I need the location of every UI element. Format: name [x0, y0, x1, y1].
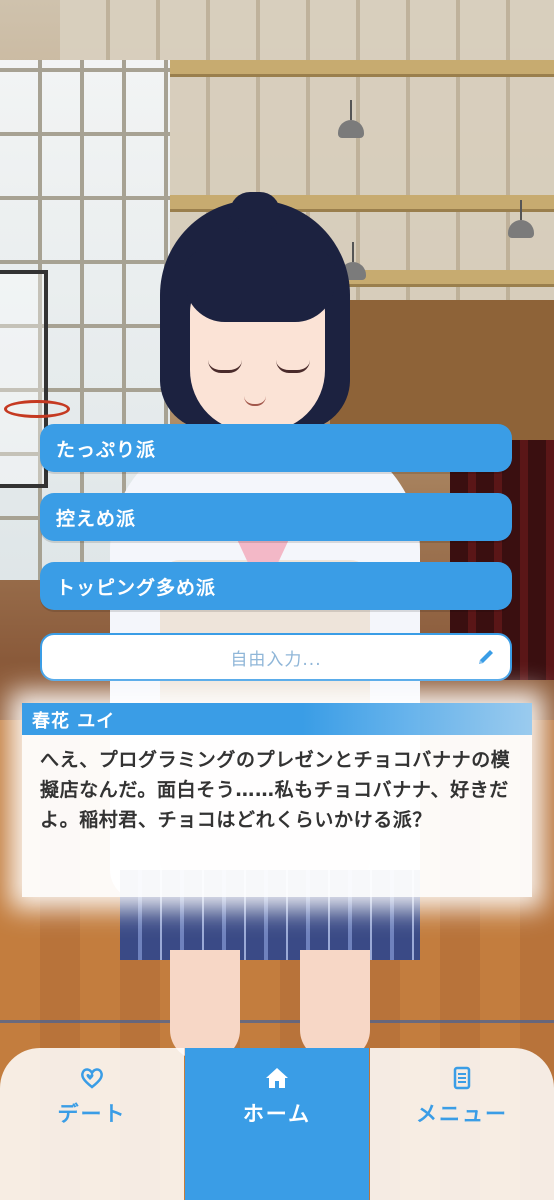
character-hair-bun — [230, 192, 280, 232]
nav-date-button[interactable]: デート — [0, 1048, 184, 1200]
menu-list-icon — [453, 1066, 471, 1090]
home-icon — [266, 1068, 288, 1088]
speaker-name: 春花 ユイ — [32, 711, 116, 732]
dialogue-text: へえ、プログラミングのプレゼンとチョコバナナの模擬店なんだ。面白そう……私もチョ… — [40, 749, 511, 831]
bottom-nav: デート ホーム メニュー — [0, 1048, 554, 1200]
character-leg — [170, 950, 240, 1060]
free-input-field[interactable]: 自由入力... — [40, 633, 512, 681]
nav-label-menu: メニュー — [416, 1102, 508, 1126]
heart-icon — [81, 1068, 103, 1089]
dialogue-box[interactable]: 春花 ユイ へえ、プログラミングのプレゼンとチョコバナナの模擬店なんだ。面白そう… — [22, 703, 532, 897]
pencil-icon — [479, 650, 493, 664]
character-bangs — [185, 250, 335, 322]
nav-home-button[interactable]: ホーム — [185, 1048, 369, 1200]
character-leg — [300, 950, 370, 1060]
nav-menu-button[interactable]: メニュー — [370, 1048, 554, 1200]
choice-label: たっぷり派 — [56, 438, 157, 461]
speaker-name-bar: 春花 ユイ — [22, 703, 532, 735]
free-input-placeholder: 自由入力... — [230, 649, 322, 670]
nav-label-home: ホーム — [242, 1102, 312, 1126]
choice-label: トッピング多め派 — [56, 576, 217, 599]
choice-button-1[interactable]: たっぷり派 — [40, 424, 512, 472]
choice-button-3[interactable]: トッピング多め派 — [40, 562, 512, 610]
choice-button-2[interactable]: 控えめ派 — [40, 493, 512, 541]
choice-label: 控えめ派 — [56, 507, 137, 530]
nav-label-date: デート — [57, 1102, 127, 1126]
